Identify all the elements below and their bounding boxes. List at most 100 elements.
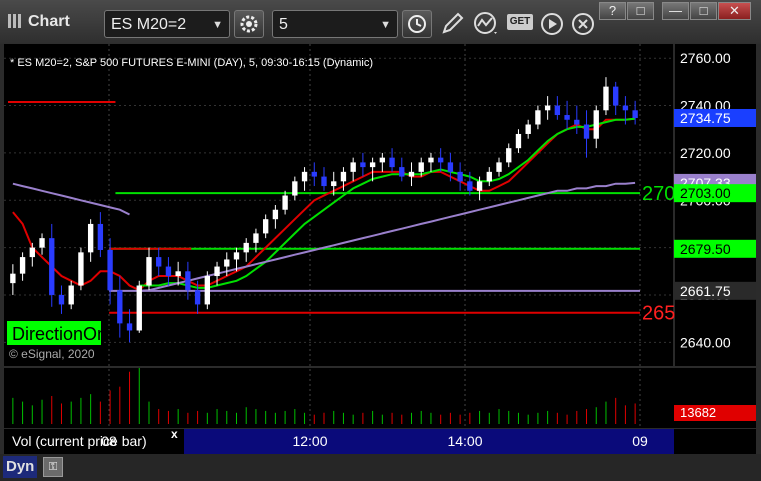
- candle-body: [379, 157, 386, 163]
- candle-body: [19, 257, 26, 274]
- y-tick-label: 2640.00: [680, 334, 731, 350]
- get-icon[interactable]: GET: [507, 14, 533, 30]
- price-chart[interactable]: 270265 2760.002740.002720.002700.002680.…: [0, 44, 761, 454]
- price-tag-label: 2734.75: [680, 110, 731, 126]
- candle-body: [438, 157, 444, 163]
- candle-body: [496, 162, 502, 172]
- grip-icon: [8, 14, 21, 28]
- candle-body: [165, 266, 172, 277]
- minimize-button[interactable]: —: [662, 2, 689, 20]
- candle-body: [369, 162, 376, 168]
- candle-body: [515, 133, 522, 149]
- y-tick-label: 2720.00: [680, 145, 731, 161]
- candle-body: [49, 238, 55, 295]
- candle-body: [321, 176, 327, 187]
- symbol-value: ES M20=2: [111, 16, 187, 33]
- symbol-input[interactable]: ES M20=2 ▼: [104, 10, 230, 38]
- window-title: Chart: [28, 13, 70, 30]
- candle-body: [272, 209, 279, 220]
- candle-body: [476, 181, 483, 191]
- y-tick-label: 2760.00: [680, 50, 731, 66]
- dynamic-toggle[interactable]: Dyn: [3, 456, 38, 478]
- candle-body: [613, 86, 619, 106]
- candle-body: [418, 162, 424, 172]
- chevron-down-icon[interactable]: ▼: [380, 11, 391, 39]
- restore-button[interactable]: □: [627, 2, 654, 20]
- candle-body: [292, 181, 298, 196]
- candle-body: [214, 266, 220, 277]
- candle-body: [554, 105, 561, 116]
- candle-body: [544, 105, 551, 111]
- candle-body: [175, 271, 181, 277]
- candle-body: [583, 124, 590, 139]
- x-tick-label: 12:00: [292, 433, 327, 449]
- candle-body: [117, 290, 123, 324]
- candle-body: [399, 167, 405, 177]
- candle-body: [68, 285, 74, 305]
- volume-last-value: 13682: [680, 405, 716, 420]
- candle-body: [97, 223, 104, 250]
- candle-body: [126, 323, 133, 331]
- chart-header: * ES M20=2, S&P 500 FUTURES E-MINI (DAY)…: [10, 57, 373, 69]
- clock-icon: [408, 15, 426, 33]
- candle-body: [253, 233, 259, 243]
- candle-body: [29, 247, 35, 258]
- candle-body: [58, 294, 65, 305]
- volume-pane: [4, 368, 674, 428]
- play-icon[interactable]: [538, 10, 566, 38]
- candle-body: [243, 242, 249, 253]
- candle-body: [525, 124, 531, 134]
- candle-body: [340, 171, 347, 182]
- candle-body: [87, 223, 94, 253]
- candle-body: [301, 171, 308, 182]
- candle-body: [39, 238, 45, 248]
- candle-body: [224, 259, 230, 267]
- maximize-button[interactable]: □: [690, 2, 717, 20]
- candle-body: [632, 110, 638, 118]
- volume-close-icon[interactable]: x: [171, 427, 178, 441]
- candle-body: [233, 252, 240, 260]
- candle-body: [78, 252, 84, 286]
- candle-body: [262, 219, 269, 234]
- level-label: 265: [642, 303, 675, 325]
- candle-body: [146, 257, 152, 286]
- level-label: 270: [642, 183, 675, 205]
- candle-body: [311, 171, 317, 177]
- candle-body: [535, 110, 541, 125]
- time-template-button[interactable]: [402, 10, 432, 38]
- studies-icon[interactable]: [472, 10, 500, 38]
- lock-icon[interactable]: ⚿: [43, 457, 63, 477]
- volume-label-strip: [184, 429, 674, 454]
- interval-value: 5: [279, 16, 288, 33]
- candle-body: [389, 157, 395, 168]
- watermark: © eSignal, 2020: [9, 347, 95, 361]
- settings-icon: [240, 15, 258, 33]
- help-button[interactable]: ?: [599, 2, 626, 20]
- candle-body: [350, 162, 356, 172]
- bottom-bar: [0, 454, 761, 481]
- candle-body: [564, 115, 570, 120]
- candle-body: [447, 162, 454, 172]
- candle-body: [467, 181, 473, 191]
- candle-body: [331, 181, 337, 187]
- candle-body: [408, 171, 415, 177]
- candle-body: [506, 148, 512, 163]
- candle-body: [107, 249, 113, 291]
- interval-input[interactable]: 5 ▼: [272, 10, 398, 38]
- close-circle-icon[interactable]: [569, 10, 597, 38]
- x-tick-label: 09: [632, 433, 648, 449]
- candle-body: [10, 273, 16, 284]
- candle-body: [136, 285, 142, 331]
- candle-body: [185, 271, 191, 291]
- candle-body: [593, 110, 599, 139]
- candle-body: [574, 119, 580, 125]
- chevron-down-icon[interactable]: ▼: [212, 11, 223, 39]
- price-tag-label: 2679.50: [680, 241, 731, 257]
- candle-body: [486, 171, 492, 182]
- settings-button[interactable]: [234, 10, 264, 38]
- candle-body: [282, 195, 288, 210]
- close-button[interactable]: ✕: [718, 2, 751, 20]
- pencil-icon[interactable]: [438, 10, 466, 38]
- title-bar: Chart ES M20=2 ▼ 5 ▼ GET ? □ — □ ✕: [0, 0, 761, 44]
- price-tag-label: 2703.00: [680, 185, 731, 201]
